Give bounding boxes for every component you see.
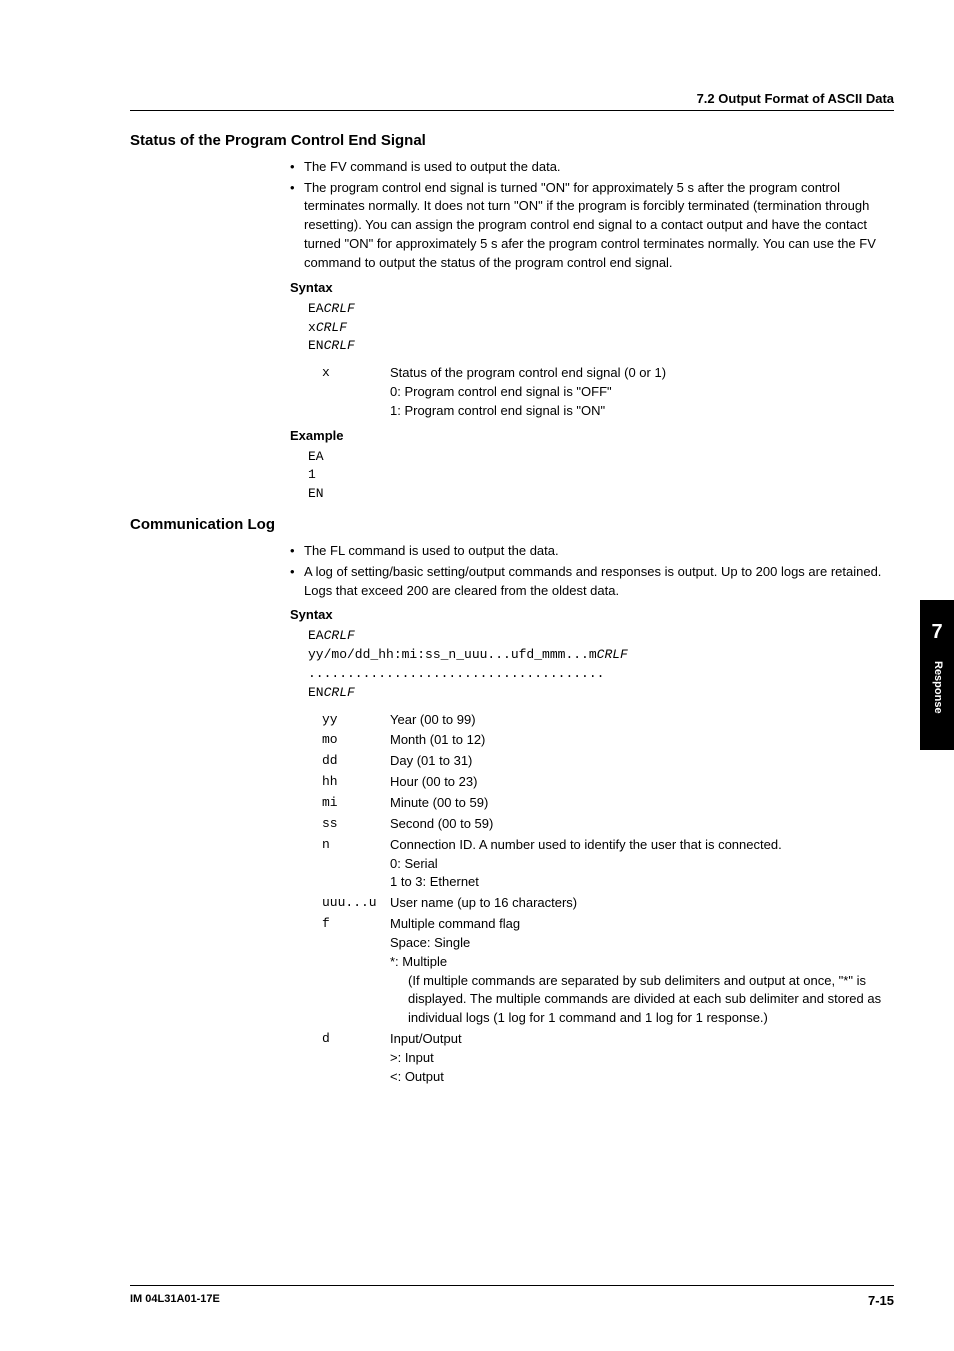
param-sub: Space: Single xyxy=(390,934,894,953)
bullet-text: A log of setting/basic setting/output co… xyxy=(304,563,894,601)
bullet-dot: • xyxy=(290,158,304,177)
section-body-status: • The FV command is used to output the d… xyxy=(290,158,894,504)
bullet-row: • The FL command is used to output the d… xyxy=(290,542,894,561)
param-key: uuu...u xyxy=(308,894,390,913)
syntax-heading: Syntax xyxy=(290,279,894,298)
syntax-crlf: CRLF xyxy=(316,320,347,335)
footer-left: IM 04L31A01-17E xyxy=(130,1292,220,1311)
bullet-row: • The FV command is used to output the d… xyxy=(290,158,894,177)
syntax-crlf: CRLF xyxy=(324,628,355,643)
section-title-status: Status of the Program Control End Signal xyxy=(130,130,894,152)
param-row: x Status of the program control end sign… xyxy=(308,364,894,421)
example-heading: Example xyxy=(290,427,894,446)
param-key: d xyxy=(308,1030,390,1087)
syntax-crlf: CRLF xyxy=(324,685,355,700)
param-key: ss xyxy=(308,815,390,834)
param-key: hh xyxy=(308,773,390,792)
syntax-crlf: CRLF xyxy=(324,338,355,353)
syntax-heading: Syntax xyxy=(290,606,894,625)
side-tab-number: 7 xyxy=(920,618,954,647)
syntax-token: EN xyxy=(308,685,324,700)
section-body-commlog: • The FL command is used to output the d… xyxy=(290,542,894,1087)
bullet-row: • A log of setting/basic setting/output … xyxy=(290,563,894,601)
param-key: mi xyxy=(308,794,390,813)
syntax-crlf: CRLF xyxy=(324,301,355,316)
param-val: Input/Output >: Input <: Output xyxy=(390,1030,894,1087)
syntax-block: EACRLF yy/mo/dd_hh:mi:ss_n_uuu...ufd_mmm… xyxy=(308,627,894,702)
param-sub: *: Multiple xyxy=(390,953,894,972)
param-key: dd xyxy=(308,752,390,771)
example-line: EA xyxy=(308,449,324,464)
param-sub: 0: Serial xyxy=(390,855,894,874)
syntax-dots: ...................................... xyxy=(308,666,604,681)
syntax-token: EN xyxy=(308,338,324,353)
param-table: x Status of the program control end sign… xyxy=(308,364,894,421)
param-val: Status of the program control end signal… xyxy=(390,364,894,421)
param-sub: >: Input xyxy=(390,1049,894,1068)
param-val: Connection ID. A number used to identify… xyxy=(390,836,894,893)
param-key: mo xyxy=(308,731,390,750)
param-val: Second (00 to 59) xyxy=(390,815,894,834)
param-key: n xyxy=(308,836,390,893)
header-rule xyxy=(130,110,894,111)
bullet-text: The FL command is used to output the dat… xyxy=(304,542,894,561)
example-line: EN xyxy=(308,486,324,501)
param-sub: <: Output xyxy=(390,1068,894,1087)
content: Status of the Program Control End Signal… xyxy=(130,130,894,1087)
param-sub: 1 to 3: Ethernet xyxy=(390,873,894,892)
param-subsub: (If multiple commands are separated by s… xyxy=(408,972,894,1029)
example-block: EA 1 EN xyxy=(308,448,894,505)
param-val: Minute (00 to 59) xyxy=(390,794,894,813)
param-val-text: Status of the program control end signal… xyxy=(390,364,894,383)
param-val-text: Multiple command flag xyxy=(390,915,894,934)
bullet-row: • The program control end signal is turn… xyxy=(290,179,894,273)
bullet-dot: • xyxy=(290,542,304,561)
param-key: yy xyxy=(308,711,390,730)
param-val: User name (up to 16 characters) xyxy=(390,894,894,913)
param-val-text: Input/Output xyxy=(390,1030,894,1049)
param-sub: 0: Program control end signal is "OFF" xyxy=(390,383,894,402)
param-key: x xyxy=(308,364,390,421)
param-val-text: Connection ID. A number used to identify… xyxy=(390,836,894,855)
syntax-crlf: CRLF xyxy=(597,647,628,662)
syntax-token: EA xyxy=(308,301,324,316)
param-key: f xyxy=(308,915,390,1028)
page-header-section: 7.2 Output Format of ASCII Data xyxy=(697,90,894,109)
syntax-token: EA xyxy=(308,628,324,643)
footer-right: 7-15 xyxy=(868,1292,894,1311)
param-val: Year (00 to 99) xyxy=(390,711,894,730)
bullet-dot: • xyxy=(290,179,304,273)
footer: IM 04L31A01-17E 7-15 xyxy=(130,1285,894,1311)
bullet-text: The FV command is used to output the dat… xyxy=(304,158,894,177)
bullet-dot: • xyxy=(290,563,304,601)
side-tab-text: Response xyxy=(929,661,945,714)
example-line: 1 xyxy=(308,467,316,482)
param-table: yyYear (00 to 99) moMonth (01 to 12) ddD… xyxy=(308,711,894,1087)
side-tab: 7 Response xyxy=(920,600,954,750)
syntax-token: yy/mo/dd_hh:mi:ss_n_uuu...ufd_mmm...m xyxy=(308,647,597,662)
syntax-block: EACRLF xCRLF ENCRLF xyxy=(308,300,894,357)
param-val: Multiple command flag Space: Single *: M… xyxy=(390,915,894,1028)
param-val: Day (01 to 31) xyxy=(390,752,894,771)
param-sub: 1: Program control end signal is "ON" xyxy=(390,402,894,421)
param-val: Month (01 to 12) xyxy=(390,731,894,750)
section-title-commlog: Communication Log xyxy=(130,514,894,536)
syntax-token: x xyxy=(308,320,316,335)
bullet-text: The program control end signal is turned… xyxy=(304,179,894,273)
param-val: Hour (00 to 23) xyxy=(390,773,894,792)
